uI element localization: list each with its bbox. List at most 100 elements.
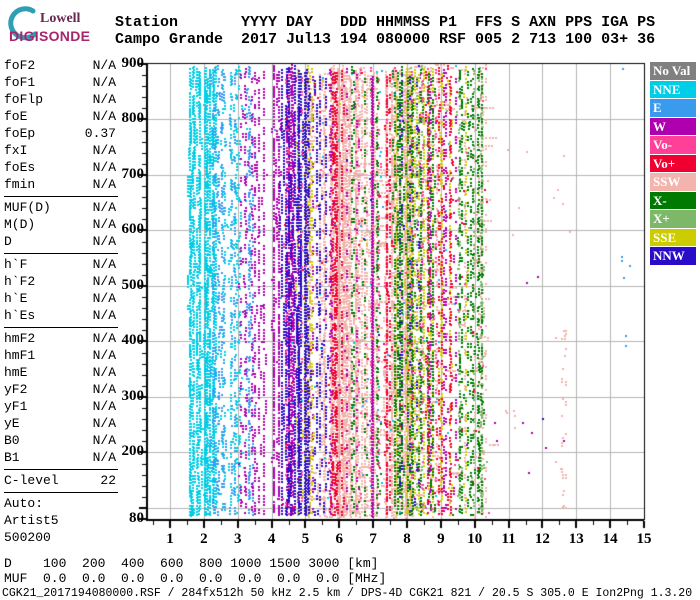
y-tick-label: 200 bbox=[121, 443, 145, 460]
legend-item: NNE bbox=[650, 80, 696, 98]
param-divider bbox=[4, 469, 118, 470]
param-row: C-level 22 bbox=[4, 472, 116, 489]
y-tick-label: 700 bbox=[121, 165, 145, 182]
param-row: h`Es N/A bbox=[4, 307, 116, 324]
param-label: B1 bbox=[4, 450, 20, 465]
legend-item: No Val bbox=[650, 62, 696, 80]
param-row: MUF(D) N/A bbox=[4, 199, 116, 216]
param-label: foEs bbox=[4, 160, 36, 175]
x-tick-label: 1 bbox=[166, 531, 174, 547]
digisonde-logo: Lowell DIGISONDE bbox=[4, 5, 114, 49]
x-tick-label: 3 bbox=[233, 531, 242, 547]
param-row: hmE N/A bbox=[4, 364, 116, 381]
param-row: yE N/A bbox=[4, 415, 116, 432]
param-row: Auto: bbox=[4, 495, 116, 512]
param-label: h`Es bbox=[4, 308, 36, 323]
param-row: foF2 N/A bbox=[4, 57, 116, 74]
logo-lowell: Lowell bbox=[40, 11, 81, 26]
legend-item: SSW bbox=[650, 173, 696, 191]
param-label: yF1 bbox=[4, 399, 28, 414]
ionogram-plot: 1 2 3 4 5 6 7 8 9 10 11 12 13 14 15 900 800 700 600 500 400 3… bbox=[122, 55, 670, 547]
y-tick-label: 600 bbox=[121, 221, 145, 238]
parameter-panel: foF2 N/A foF1 N/A foFlp N/A foE N/A foEp 0.37 fxI N… bbox=[4, 57, 118, 546]
param-label: h`E bbox=[4, 291, 28, 306]
param-label: Artist5 bbox=[4, 513, 59, 528]
x-tick-label: 6 bbox=[335, 531, 344, 547]
param-row: foE N/A bbox=[4, 108, 116, 125]
y-tick-label: 500 bbox=[121, 276, 145, 293]
param-value: N/A bbox=[92, 257, 116, 272]
header-values-line: Campo Grande 2017 Jul13 194 080000 RSF 0… bbox=[115, 31, 656, 48]
param-label: hmE bbox=[4, 365, 28, 380]
legend-item: SSE bbox=[650, 228, 696, 246]
y-tick-label: 800 bbox=[121, 110, 145, 127]
x-tick-label: 9 bbox=[437, 531, 445, 547]
param-row: h`F2 N/A bbox=[4, 273, 116, 290]
param-label: B0 bbox=[4, 433, 20, 448]
y-tick-label: 400 bbox=[121, 332, 145, 349]
param-label: foE bbox=[4, 109, 28, 124]
param-divider bbox=[4, 492, 118, 493]
param-row: D N/A bbox=[4, 233, 116, 250]
distance-row: D 100 200 400 600 800 1000 1500 3000 [km… bbox=[4, 556, 379, 571]
legend-item: Vo+ bbox=[650, 154, 696, 172]
param-value: N/A bbox=[92, 143, 116, 158]
param-row: foEs N/A bbox=[4, 159, 116, 176]
x-tick-label: 2 bbox=[200, 531, 208, 547]
legend-item: Vo- bbox=[650, 136, 696, 154]
header-labels-line: Station YYYY DAY DDD HHMMSS P1 FFS S AXN… bbox=[115, 14, 656, 31]
ionogram-screen: { "logo": { "line1": "Lowell", "line2": … bbox=[0, 0, 700, 600]
param-row: fxI N/A bbox=[4, 142, 116, 159]
x-tick-label: 8 bbox=[403, 531, 411, 547]
legend-item: X- bbox=[650, 191, 696, 209]
param-row: yF2 N/A bbox=[4, 381, 116, 398]
legend-item: W bbox=[650, 117, 696, 135]
param-row: B1 N/A bbox=[4, 449, 116, 466]
param-row: yF1 N/A bbox=[4, 398, 116, 415]
ionogram-canvas bbox=[130, 56, 670, 536]
echo-type-legend: No Val NNE E W Vo- Vo+ SSW X- X+ SSE NNW bbox=[650, 62, 696, 266]
param-label: foF2 bbox=[4, 58, 36, 73]
param-label: h`F bbox=[4, 257, 28, 272]
param-label: fmin bbox=[4, 177, 36, 192]
footer-line: CGK21_2017194080000.RSF / 284fx512h 50 k… bbox=[2, 587, 693, 600]
param-label: 500200 bbox=[4, 530, 51, 545]
param-label: foEp bbox=[4, 126, 36, 141]
param-label: yF2 bbox=[4, 382, 28, 397]
param-value: N/A bbox=[92, 200, 116, 215]
param-row: Artist5 bbox=[4, 512, 116, 529]
param-label: h`F2 bbox=[4, 274, 36, 289]
param-divider bbox=[4, 196, 118, 197]
x-tick-label: 7 bbox=[369, 531, 377, 547]
param-row: foF1 N/A bbox=[4, 74, 116, 91]
param-value: N/A bbox=[92, 308, 116, 323]
param-label: yE bbox=[4, 416, 20, 431]
x-tick-label: 10 bbox=[467, 531, 483, 547]
param-row: h`E N/A bbox=[4, 290, 116, 307]
param-divider bbox=[4, 253, 118, 254]
param-label: MUF(D) bbox=[4, 200, 51, 215]
param-row: hmF2 N/A bbox=[4, 330, 116, 347]
y-tick-label: 900 bbox=[121, 55, 145, 71]
param-label: foF1 bbox=[4, 75, 36, 90]
param-row: fmin N/A bbox=[4, 176, 116, 193]
param-label: C-level bbox=[4, 473, 59, 488]
param-value: N/A bbox=[92, 92, 116, 107]
param-value: 0.37 bbox=[84, 126, 116, 141]
param-row: foEp 0.37 bbox=[4, 125, 116, 142]
param-value: N/A bbox=[92, 416, 116, 431]
param-value: N/A bbox=[92, 75, 116, 90]
param-divider bbox=[4, 327, 118, 328]
logo-digisonde: DIGISONDE bbox=[9, 28, 91, 44]
legend-item: NNW bbox=[650, 247, 696, 265]
param-label: M(D) bbox=[4, 217, 36, 232]
param-label: fxI bbox=[4, 143, 28, 158]
param-row: M(D) N/A bbox=[4, 216, 116, 233]
legend-item: X+ bbox=[650, 210, 696, 228]
param-row: B0 N/A bbox=[4, 432, 116, 449]
legend-item: E bbox=[650, 99, 696, 117]
x-tick-label: 11 bbox=[501, 531, 516, 547]
x-tick-label: 4 bbox=[267, 531, 276, 547]
muf-row: MUF 0.0 0.0 0.0 0.0 0.0 0.0 0.0 0.0 [MHz… bbox=[4, 571, 387, 586]
param-row: hmF1 N/A bbox=[4, 347, 116, 364]
